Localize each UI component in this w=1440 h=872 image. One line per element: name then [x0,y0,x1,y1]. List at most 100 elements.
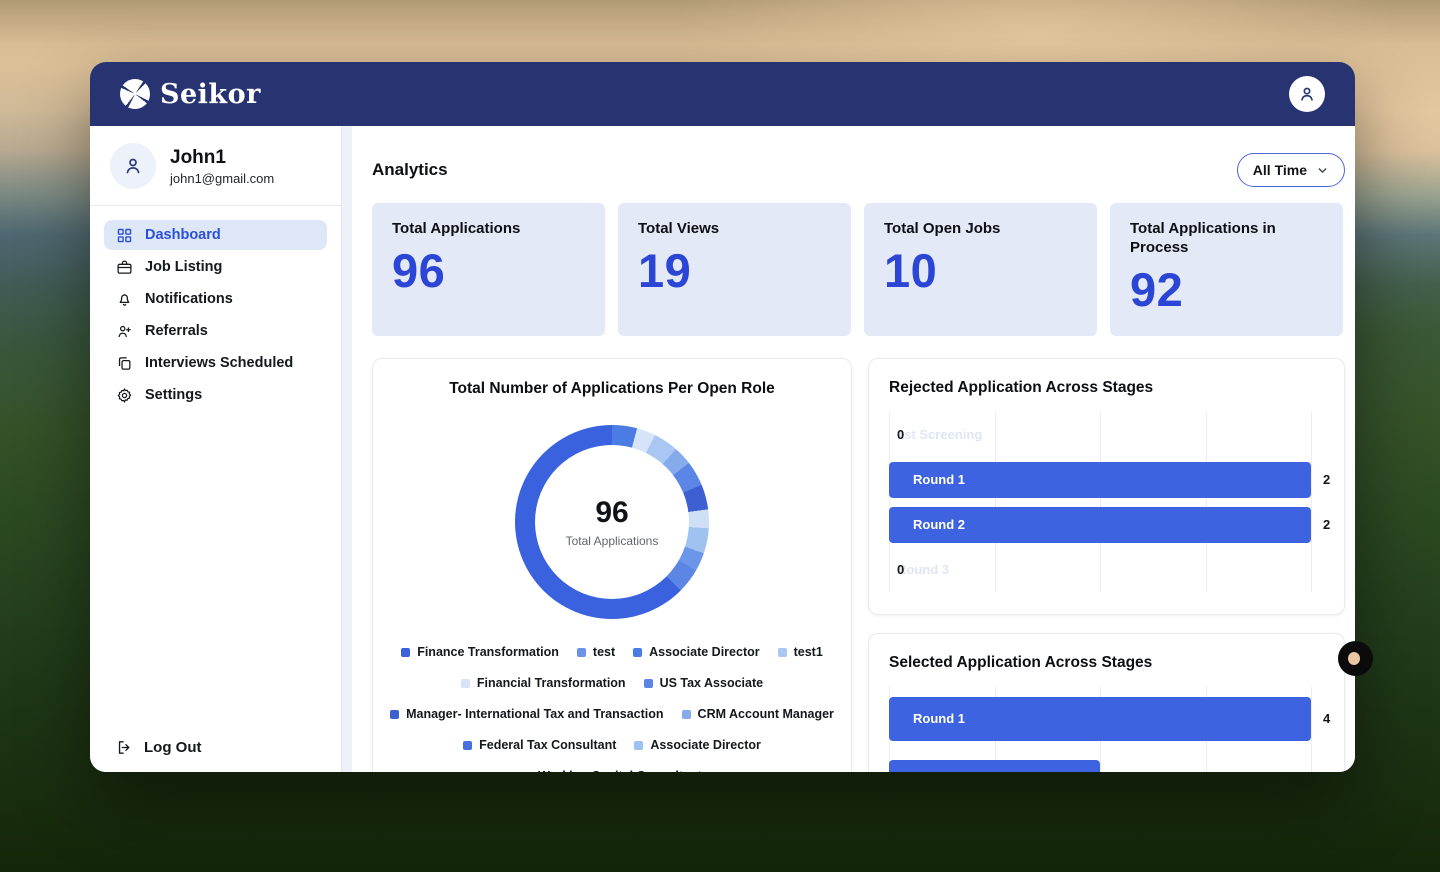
donut-chart: 96 Total Applications [515,425,709,619]
sidebar-item-label: Dashboard [145,227,221,243]
stat-value: 96 [392,243,585,298]
sidebar-item-label: Referrals [145,323,208,339]
legend-item: Finance Transformation [401,645,559,659]
legend-item: Federal Tax Consultant [463,738,616,752]
brand-logo[interactable]: Seikor [120,79,261,110]
applications-per-role-card: Total Number of Applications Per Open Ro… [372,358,852,772]
bar-value: 2 [1323,472,1330,487]
stat-card-total-views: Total Views 19 [618,203,851,336]
sidebar-item-label: Notifications [145,291,233,307]
bar-round-1: Round 1 [889,697,1311,741]
donut-legend: Finance Transformation test Associate Di… [378,645,846,772]
selected-bar-chart: Round 1 4 Round 2 2 [889,687,1311,772]
bar-round-2: Round 2 [889,507,1311,543]
stat-card-total-open-jobs: Total Open Jobs 10 [864,203,1097,336]
legend-swatch [682,710,691,719]
stat-label: Total Open Jobs [884,220,1077,239]
legend-item: Financial Transformation [461,676,626,690]
bar-round-1: Round 1 [889,462,1311,498]
bell-icon [116,291,133,308]
gridline [1311,412,1312,592]
chart-title: Rejected Application Across Stages [889,379,1324,397]
logout-label: Log Out [144,739,201,756]
sidebar-menu: Dashboard Job Listing Notifications [90,220,341,410]
legend-swatch [390,710,399,719]
legend-swatch [577,648,586,657]
bar-row: 1st Screening 0 [889,412,1311,457]
legend-item: Associate Director [633,645,759,659]
floating-widget-button[interactable] [1338,641,1373,676]
legend-item: test1 [778,645,823,659]
legend-swatch [634,741,643,750]
bar-label: Round 1 [889,711,965,726]
bar-value: 2 [1323,517,1330,532]
stat-card-applications-in-process: Total Applications in Process 92 [1110,203,1343,336]
legend-swatch [461,679,470,688]
sidebar-item-job-listing[interactable]: Job Listing [90,252,341,282]
user-icon [121,154,145,178]
widget-dot-icon [1348,652,1360,665]
sidebar-item-notifications[interactable]: Notifications [90,284,341,314]
bar-label: Round 2 [889,517,965,532]
page-title: Analytics [372,160,448,180]
user-email: john1@gmail.com [170,171,274,186]
user-plus-icon [116,323,133,340]
scroll-gutter[interactable] [342,126,352,772]
bar-row: Round 1 2 [889,457,1311,502]
legend-item: US Tax Associate [644,676,764,690]
rejected-bar-chart: 1st Screening 0 Round 1 2 [889,412,1311,592]
copy-icon [116,355,133,372]
chevron-down-icon [1316,164,1329,177]
bar-row: Round 3 0 [889,547,1311,592]
bar-row: Round 2 2 [889,750,1311,772]
stat-cards: Total Applications 96 Total Views 19 Tot… [372,203,1345,336]
app-window: Seikor John1 john1@gmail.com [90,62,1355,772]
logout-icon [116,739,133,756]
time-range-dropdown[interactable]: All Time [1237,153,1345,187]
logout-button[interactable]: Log Out [116,739,201,756]
bar-value: 4 [1323,711,1330,726]
stat-label: Total Views [638,220,831,239]
legend-swatch [522,772,531,773]
sidebar-item-label: Settings [145,387,202,403]
sidebar-item-interviews[interactable]: Interviews Scheduled [90,348,341,378]
user-icon [1297,84,1317,104]
bar-value: 0 [897,562,904,577]
user-name: John1 [170,147,274,169]
legend-item: Associate Director [634,738,760,752]
sidebar-item-settings[interactable]: Settings [90,380,341,410]
bar-label: Round 1 [889,472,965,487]
legend-item: CRM Account Manager [682,707,834,721]
briefcase-icon [116,259,133,276]
bar-round-2: Round 2 [889,760,1100,773]
account-button[interactable] [1289,76,1325,112]
selected-applications-card: Selected Application Across Stages Round… [868,633,1345,772]
chart-title: Selected Application Across Stages [889,654,1324,672]
legend-swatch [644,679,653,688]
category-label-faint: Round 3 [897,562,949,577]
legend-swatch [778,648,787,657]
brand-name: Seikor [160,79,261,110]
top-navbar: Seikor [90,62,1355,126]
seikor-logo-icon [120,79,150,109]
gridline [1311,687,1312,772]
rejected-applications-card: Rejected Application Across Stages 1st S… [868,358,1345,615]
legend-swatch [633,648,642,657]
avatar [110,143,156,189]
sidebar-item-dashboard[interactable]: Dashboard [104,220,327,250]
profile-block: John1 john1@gmail.com [90,126,341,206]
donut-total-label: Total Applications [566,534,659,548]
sidebar-item-referrals[interactable]: Referrals [90,316,341,346]
category-label-faint: 1st Screening [897,427,982,442]
time-range-value: All Time [1253,162,1307,178]
stat-value: 19 [638,243,831,298]
sidebar-item-label: Interviews Scheduled [145,355,293,371]
legend-swatch [463,741,472,750]
bar-value: 0 [897,427,904,442]
legend-swatch [401,648,410,657]
stat-card-total-applications: Total Applications 96 [372,203,605,336]
chart-title: Total Number of Applications Per Open Ro… [373,380,851,398]
stat-label: Total Applications [392,220,585,239]
stat-value: 10 [884,243,1077,298]
gear-icon [116,387,133,404]
